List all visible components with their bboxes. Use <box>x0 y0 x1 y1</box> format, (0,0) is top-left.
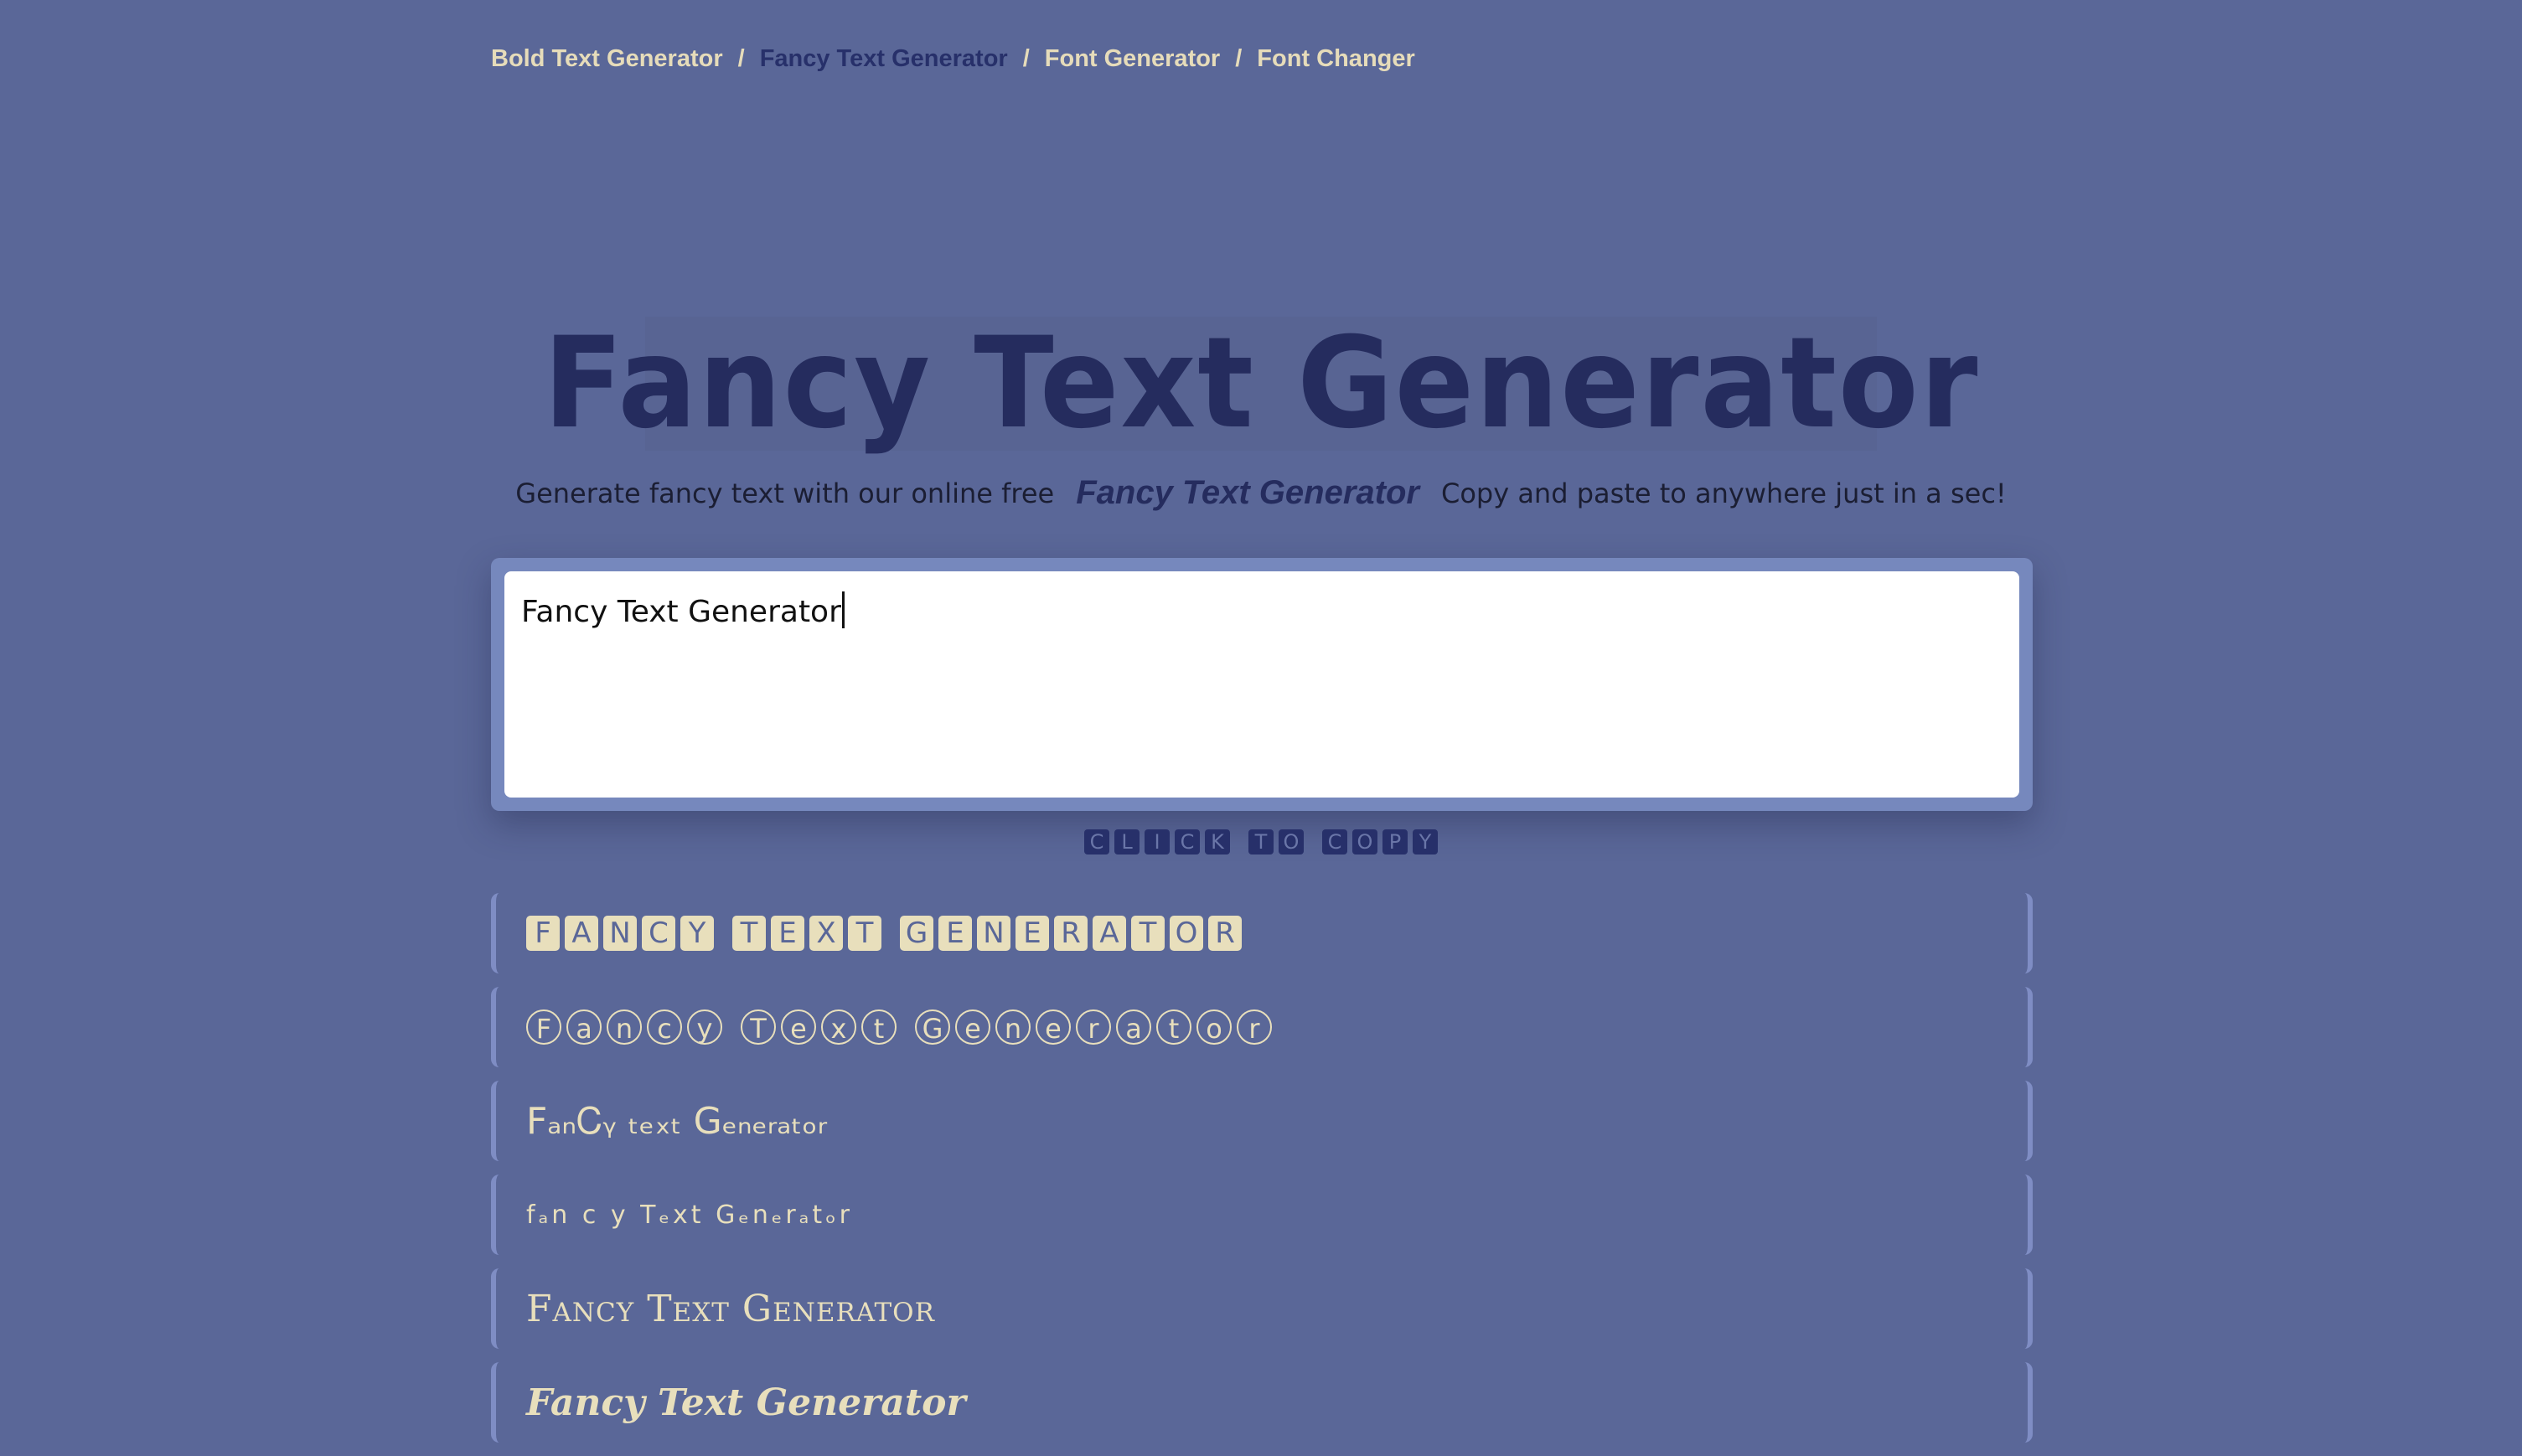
result-card-tiny[interactable]: fₐn c y Tₑxt Gₑnₑrₐtₒr <box>491 1175 2033 1255</box>
glyph: x <box>821 1009 856 1045</box>
result-text: FₐₙᏟᵧ ₜₑₓₜ Gₑₙₑᵣₐₜₒᵣ <box>526 1099 828 1143</box>
glyph-space <box>902 1009 910 1045</box>
result-text: FancyTextGenerator <box>526 987 1277 1067</box>
glyph-space <box>727 1009 736 1045</box>
glyph: R <box>1054 916 1088 951</box>
copy-hint-space <box>1309 829 1317 854</box>
copy-hint-letter: C <box>1175 829 1200 854</box>
glyph: o <box>1196 1009 1232 1045</box>
tagline: Generate fancy text with our online free… <box>0 474 2522 512</box>
glyph: T <box>1131 916 1165 951</box>
glyph: r <box>1076 1009 1111 1045</box>
copy-hint-space <box>1235 829 1243 854</box>
copy-hint-letter: C <box>1084 829 1109 854</box>
breadcrumb-fancy-text-generator[interactable]: Fancy Text Generator <box>760 45 1008 73</box>
glyph: E <box>771 916 804 951</box>
glyph: A <box>1093 916 1126 951</box>
glyph: y <box>687 1009 722 1045</box>
glyph: n <box>607 1009 642 1045</box>
results-list: F A N C Y T E X T G E N E R A T O R Fa n c y Te x t Ge n e r a t o r FₐₙᏟ… <box>491 893 2033 1456</box>
breadcrumb-separator: / <box>1235 45 1243 72</box>
glyph: r <box>1237 1009 1272 1045</box>
tagline-before: Generate fancy text with our online free <box>515 477 1055 509</box>
copy-hint-letter: Y <box>1413 829 1438 854</box>
glyph: F <box>526 1009 561 1045</box>
glyph: a <box>1116 1009 1151 1045</box>
glyph: R <box>1208 916 1242 951</box>
text-caret <box>841 591 845 628</box>
result-card-circles[interactable]: FancyTextGenerator <box>491 987 2033 1067</box>
glyph: t <box>1156 1009 1191 1045</box>
glyph: c <box>647 1009 682 1045</box>
glyph: e <box>1036 1009 1071 1045</box>
glyph: A <box>565 916 598 951</box>
glyph: T <box>732 916 766 951</box>
glyph: X <box>809 916 843 951</box>
breadcrumb: Bold Text Generator / Fancy Text Generat… <box>491 45 1415 73</box>
result-text: FANCYTEXTGENERATOR <box>526 893 1247 973</box>
hero-banner: Fancy Text Generator <box>543 317 1977 451</box>
text-input-frame: Fancy Text Generator <box>491 558 2033 811</box>
glyph: E <box>1016 916 1049 951</box>
breadcrumb-separator: / <box>737 45 745 72</box>
copy-hint-letter: K <box>1205 829 1230 854</box>
result-card-smallcaps[interactable]: Fancy Text Generator <box>491 1268 2033 1349</box>
copy-hint-letter: O <box>1352 829 1377 854</box>
copy-hint-letter: T <box>1248 829 1274 854</box>
tagline-emphasis: Fancy Text Generator <box>1076 474 1419 511</box>
text-input-value: Fancy Text Generator <box>521 595 841 629</box>
glyph: t <box>861 1009 897 1045</box>
glyph: F <box>526 916 560 951</box>
glyph: T <box>848 916 881 951</box>
copy-hint-letter: P <box>1382 829 1408 854</box>
result-card-wavy[interactable]: FₐₙᏟᵧ ₜₑₓₜ Gₑₙₑᵣₐₜₒᵣ <box>491 1081 2033 1161</box>
breadcrumb-separator: / <box>1022 45 1030 72</box>
glyph: G <box>915 1009 950 1045</box>
glyph-space <box>886 916 895 951</box>
copy-hint-letter: O <box>1279 829 1304 854</box>
page-title: Fancy Text Generator <box>543 311 1979 457</box>
result-card-boxes[interactable]: FANCYTEXTGENERATOR <box>491 893 2033 973</box>
glyph: G <box>900 916 933 951</box>
text-input[interactable]: Fancy Text Generator <box>504 571 2019 798</box>
glyph: e <box>955 1009 990 1045</box>
breadcrumb-font-generator[interactable]: Font Generator <box>1045 45 1220 73</box>
result-text: Fancy Text Generator <box>526 1287 935 1330</box>
breadcrumb-bold-text-generator[interactable]: Bold Text Generator <box>491 45 723 73</box>
glyph: T <box>741 1009 776 1045</box>
glyph: N <box>603 916 637 951</box>
glyph: e <box>781 1009 816 1045</box>
glyph: C <box>642 916 675 951</box>
glyph: Y <box>680 916 714 951</box>
glyph: O <box>1170 916 1203 951</box>
copy-hint-letter: I <box>1145 829 1170 854</box>
glyph-space <box>719 916 727 951</box>
click-to-copy-hint: CLICKTOCOPY <box>0 829 2522 854</box>
breadcrumb-font-changer[interactable]: Font Changer <box>1257 45 1415 73</box>
result-text: fₐn c y Tₑxt Gₑnₑrₐtₒr <box>526 1200 853 1230</box>
tagline-after: Copy and paste to anywhere just in a sec… <box>1440 477 2007 509</box>
glyph: a <box>566 1009 602 1045</box>
copy-hint-letter: C <box>1322 829 1347 854</box>
glyph: N <box>977 916 1010 951</box>
glyph: n <box>995 1009 1031 1045</box>
glyph: E <box>938 916 972 951</box>
copy-hint-letter: L <box>1114 829 1140 854</box>
